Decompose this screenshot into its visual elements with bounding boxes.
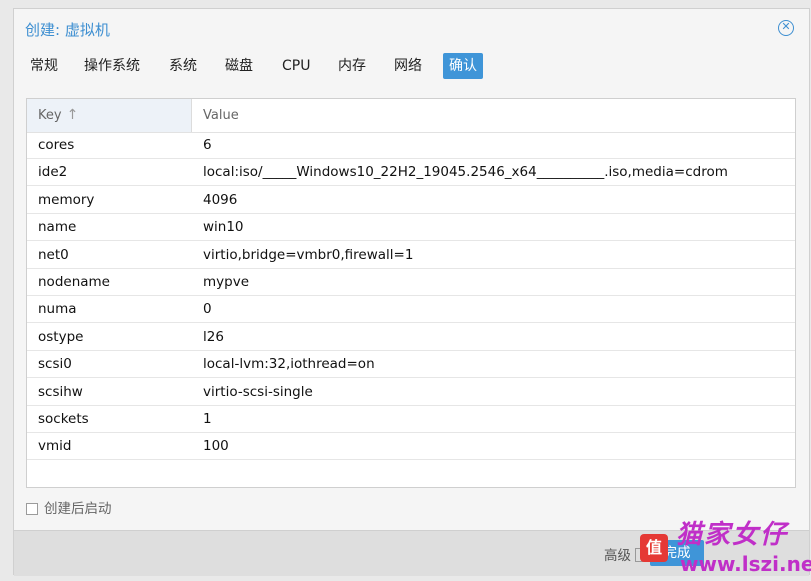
sort-ascending-icon: ↑ — [66, 107, 79, 123]
dialog-title: 创建: 虚拟机 — [25, 21, 110, 39]
table-row[interactable]: ide2 local:iso/_____Windows10_22H2_19045.… — [27, 159, 795, 187]
row-key: ostype — [38, 328, 84, 345]
create-vm-dialog: 创建: 虚拟机 ✕ 常规 操作系统 系统 磁盘 CPU 内存 网络 确认 Key… — [13, 8, 810, 576]
table-row[interactable]: cores 6 — [27, 132, 795, 159]
table-row[interactable]: scsi0 local-lvm:32,iothread=on — [27, 351, 795, 379]
row-key: scsihw — [38, 383, 83, 400]
column-header-key[interactable]: Key ↑ — [27, 99, 192, 132]
row-key: scsi0 — [38, 356, 72, 373]
tab-confirm[interactable]: 确认 — [443, 53, 483, 79]
row-value: local-lvm:32,iothread=on — [203, 356, 375, 373]
table-row[interactable]: vmid 100 — [27, 433, 795, 461]
grid-header: Key ↑ Value — [27, 99, 795, 133]
watermark: 猫家女仔 www.lszi.net — [668, 514, 811, 578]
row-value: 100 — [203, 438, 229, 455]
row-value: win10 — [203, 219, 244, 236]
row-key: net0 — [38, 246, 69, 263]
row-value: l26 — [203, 328, 224, 345]
row-value: mypve — [203, 274, 250, 290]
watermark-script: 猫家女仔 — [676, 520, 789, 550]
row-value: local:iso/_____Windows10_22H2_19045.2546… — [203, 164, 728, 181]
start-after-create-checkbox[interactable] — [26, 503, 38, 515]
table-row[interactable]: numa 0 — [27, 296, 795, 324]
tab-os[interactable]: 操作系统 — [78, 53, 146, 79]
tab-memory[interactable]: 内存 — [332, 53, 372, 79]
table-row[interactable]: ostype l26 — [27, 324, 795, 351]
summary-grid: Key ↑ Value cores 6 ide2 local:iso/_____Wind… — [26, 98, 796, 488]
row-key: nodename — [38, 274, 110, 290]
row-key: vmid — [38, 438, 72, 455]
watermark-url: www.lszi.net — [680, 552, 811, 576]
table-row[interactable]: sockets 1 — [27, 406, 795, 433]
table-row[interactable]: scsihw virtio-scsi-single — [27, 379, 795, 406]
advanced-label: 高级 — [604, 548, 631, 564]
watermark-badge: 值 — [640, 534, 668, 562]
tab-disk[interactable]: 磁盘 — [219, 53, 259, 79]
tab-cpu[interactable]: CPU — [276, 53, 316, 79]
row-value: 0 — [203, 301, 212, 318]
table-row[interactable]: nodename mypve — [27, 269, 795, 296]
start-after-create[interactable]: 创建后启动 — [26, 500, 112, 518]
tab-general[interactable]: 常规 — [24, 53, 64, 79]
row-key: ide2 — [38, 164, 68, 181]
row-value: 4096 — [203, 191, 238, 208]
start-after-create-label: 创建后启动 — [44, 501, 112, 517]
tab-system[interactable]: 系统 — [163, 53, 203, 79]
table-row[interactable]: memory 4096 — [27, 187, 795, 214]
row-value: virtio-scsi-single — [203, 383, 313, 400]
tab-network[interactable]: 网络 — [388, 53, 428, 79]
column-header-key-label: Key — [38, 108, 62, 123]
column-header-value[interactable]: Value — [192, 99, 792, 132]
close-icon[interactable]: ✕ — [778, 20, 794, 36]
row-value: 6 — [203, 137, 212, 153]
row-key: cores — [38, 137, 75, 153]
row-key: name — [38, 219, 77, 236]
row-key: memory — [38, 191, 95, 208]
table-row[interactable]: net0 virtio,bridge=vmbr0,firewall=1 — [27, 242, 795, 269]
dialog-titlebar: 创建: 虚拟机 ✕ — [14, 9, 809, 49]
row-value: virtio,bridge=vmbr0,firewall=1 — [203, 246, 414, 263]
row-key: sockets — [38, 411, 89, 427]
row-key: numa — [38, 301, 77, 318]
table-row[interactable]: name win10 — [27, 214, 795, 242]
row-value: 1 — [203, 411, 212, 427]
